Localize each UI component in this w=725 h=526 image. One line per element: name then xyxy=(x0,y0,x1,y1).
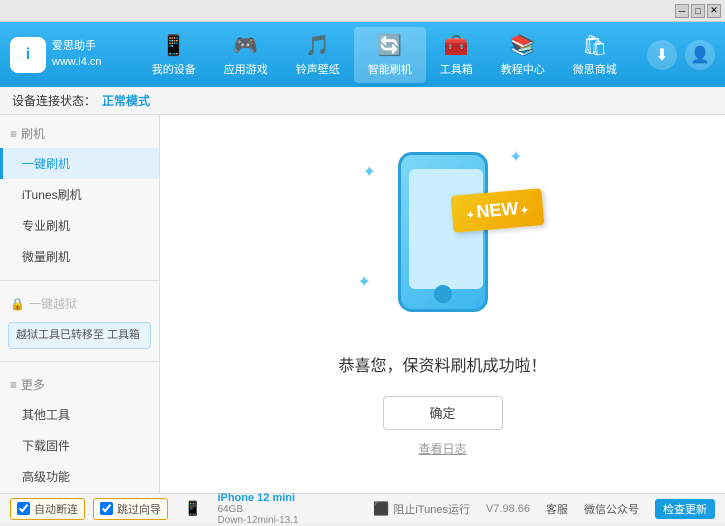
checkbox-group-skip: 跳过向导 xyxy=(93,498,168,520)
auto-close-label[interactable]: 自动断连 xyxy=(34,501,78,517)
sidebar-item-pro-flash[interactable]: 专业刷机 xyxy=(0,210,159,241)
minimize-button[interactable]: ─ xyxy=(675,4,689,18)
toolbox-icon: 🧰 xyxy=(444,33,469,58)
phone-illustration xyxy=(398,152,488,312)
stop-itunes-control: ⬛ 阻止iTunes运行 xyxy=(373,501,470,517)
logo-icon: i xyxy=(10,37,46,73)
status-label: 设备连接状态： xyxy=(12,92,96,109)
stop-itunes-label[interactable]: 阻止iTunes运行 xyxy=(393,501,470,517)
profile-button[interactable]: 👤 xyxy=(685,40,715,70)
nav-tutorials[interactable]: 📚 教程中心 xyxy=(487,27,559,83)
sidebar-item-one-click-flash[interactable]: 一键刷机 xyxy=(0,148,159,179)
device-icon: 📱 xyxy=(184,500,201,517)
logo-symbol: i xyxy=(26,46,30,64)
success-message: 恭喜您，保资料刷机成功啦！ xyxy=(338,352,546,376)
nav-my-device-label: 我的设备 xyxy=(152,61,196,77)
device-icon: 📱 xyxy=(161,33,186,58)
nav-apps-games[interactable]: 🎮 应用游戏 xyxy=(210,27,282,83)
device-info: iPhone 12 mini 64GB Down-12mini-13.1 xyxy=(217,492,298,526)
window-controls[interactable]: ─ □ ✕ xyxy=(675,4,721,18)
skip-wizard-label[interactable]: 跳过向导 xyxy=(117,501,161,517)
nav-smart-flash-label: 智能刷机 xyxy=(368,61,412,77)
sidebar-item-wipe-flash[interactable]: 微量刷机 xyxy=(0,241,159,272)
sparkle-icon-2: ✦ xyxy=(509,147,522,167)
maximize-button[interactable]: □ xyxy=(691,4,705,18)
check-update-button[interactable]: 检查更新 xyxy=(655,499,715,519)
skip-wizard-checkbox[interactable] xyxy=(100,502,113,515)
version-label: V7.98.66 xyxy=(486,503,530,515)
sidebar-jailbreak-title: 🔒 一键越狱 xyxy=(0,289,159,318)
sidebar-item-other-tools[interactable]: 其他工具 xyxy=(0,399,159,430)
sidebar-flash-section: ≡ 刷机 一键刷机 iTunes刷机 专业刷机 微量刷机 xyxy=(0,115,159,276)
header: i 爱思助手 www.i4.cn 📱 我的设备 🎮 应用游戏 🎵 铃声壁纸 🔄 … xyxy=(0,22,725,87)
success-illustration: ✦ ✦ ✦ NEW xyxy=(353,132,533,332)
content: ≡ 刷机 一键刷机 iTunes刷机 专业刷机 微量刷机 🔒 一键越狱 越狱工具… xyxy=(0,115,725,493)
flash-icon: 🔄 xyxy=(377,33,402,58)
store-icon: 🛍 xyxy=(582,33,607,58)
tutorial-icon: 📚 xyxy=(510,33,535,58)
flash-section-icon: ≡ xyxy=(10,127,17,141)
logo-line1: 爱思助手 xyxy=(52,39,102,54)
nav-toolbox-label: 工具箱 xyxy=(440,61,473,77)
sidebar-item-itunes-flash[interactable]: iTunes刷机 xyxy=(0,179,159,210)
stop-icon: ⬛ xyxy=(373,501,389,517)
more-icon: ≡ xyxy=(10,378,17,392)
logo-line2: www.i4.cn xyxy=(52,55,102,70)
status-bar: 设备连接状态： 正常模式 xyxy=(0,87,725,115)
download-button[interactable]: ⬇ xyxy=(647,40,677,70)
sidebar-jailbreak-section: 🔒 一键越狱 越狱工具已转移至 工具箱 xyxy=(0,285,159,357)
nav-ringtones-label: 铃声壁纸 xyxy=(296,61,340,77)
bottom-right: ⬛ 阻止iTunes运行 V7.98.66 客服 微信公众号 检查更新 xyxy=(373,499,715,519)
auto-close-checkbox[interactable] xyxy=(17,502,30,515)
nav-my-device[interactable]: 📱 我的设备 xyxy=(138,27,210,83)
phone-home-button xyxy=(434,285,452,303)
logo-text: 爱思助手 www.i4.cn xyxy=(52,39,102,70)
title-bar: ─ □ ✕ xyxy=(0,0,725,22)
sidebar-more-title: ≡ 更多 xyxy=(0,370,159,399)
nav-tutorials-label: 教程中心 xyxy=(501,61,545,77)
nav-weisi-store-label: 微思商城 xyxy=(573,61,617,77)
daily-log-link[interactable]: 查看日志 xyxy=(418,440,466,457)
sidebar-flash-title: ≡ 刷机 xyxy=(0,119,159,148)
sidebar-item-download-firmware[interactable]: 下载固件 xyxy=(0,430,159,461)
sidebar-divider-2 xyxy=(0,361,159,362)
nav-ringtones[interactable]: 🎵 铃声壁纸 xyxy=(282,27,354,83)
status-value: 正常模式 xyxy=(102,92,150,109)
bottom-bar: 自动断连 跳过向导 📱 iPhone 12 mini 64GB Down-12m… xyxy=(0,493,725,523)
wechat-link[interactable]: 微信公众号 xyxy=(584,501,639,517)
customer-service-link[interactable]: 客服 xyxy=(546,501,568,517)
lock-icon: 🔒 xyxy=(10,297,25,311)
main-content: ✦ ✦ ✦ NEW 恭喜您，保资料刷机成功啦！ 确定 查看日志 xyxy=(160,115,725,493)
nav-smart-flash[interactable]: 🔄 智能刷机 xyxy=(354,27,426,83)
confirm-button[interactable]: 确定 xyxy=(383,396,503,430)
logo: i 爱思助手 www.i4.cn xyxy=(10,37,102,73)
apps-icon: 🎮 xyxy=(233,33,258,58)
sidebar-item-advanced[interactable]: 高级功能 xyxy=(0,461,159,492)
close-button[interactable]: ✕ xyxy=(707,4,721,18)
sparkle-icon-3: ✦ xyxy=(358,272,371,292)
device-firmware: Down-12mini-13.1 xyxy=(217,515,298,526)
nav-items: 📱 我的设备 🎮 应用游戏 🎵 铃声壁纸 🔄 智能刷机 🧰 工具箱 📚 教程中心… xyxy=(122,27,647,83)
sidebar-divider-1 xyxy=(0,280,159,281)
sparkle-icon-1: ✦ xyxy=(363,162,376,182)
nav-toolbox[interactable]: 🧰 工具箱 xyxy=(426,27,487,83)
nav-apps-games-label: 应用游戏 xyxy=(224,61,268,77)
sidebar: ≡ 刷机 一键刷机 iTunes刷机 专业刷机 微量刷机 🔒 一键越狱 越狱工具… xyxy=(0,115,160,493)
sidebar-more-section: ≡ 更多 其他工具 下载固件 高级功能 xyxy=(0,366,159,493)
nav-weisi-store[interactable]: 🛍 微思商城 xyxy=(559,27,631,83)
new-badge: NEW xyxy=(450,188,544,233)
device-storage: 64GB xyxy=(217,504,298,515)
sidebar-jailbreak-notice: 越狱工具已转移至 工具箱 xyxy=(8,322,151,349)
checkbox-group-auto: 自动断连 xyxy=(10,498,85,520)
device-name: iPhone 12 mini xyxy=(217,492,298,504)
ringtone-icon: 🎵 xyxy=(305,33,330,58)
header-actions: ⬇ 👤 xyxy=(647,40,715,70)
